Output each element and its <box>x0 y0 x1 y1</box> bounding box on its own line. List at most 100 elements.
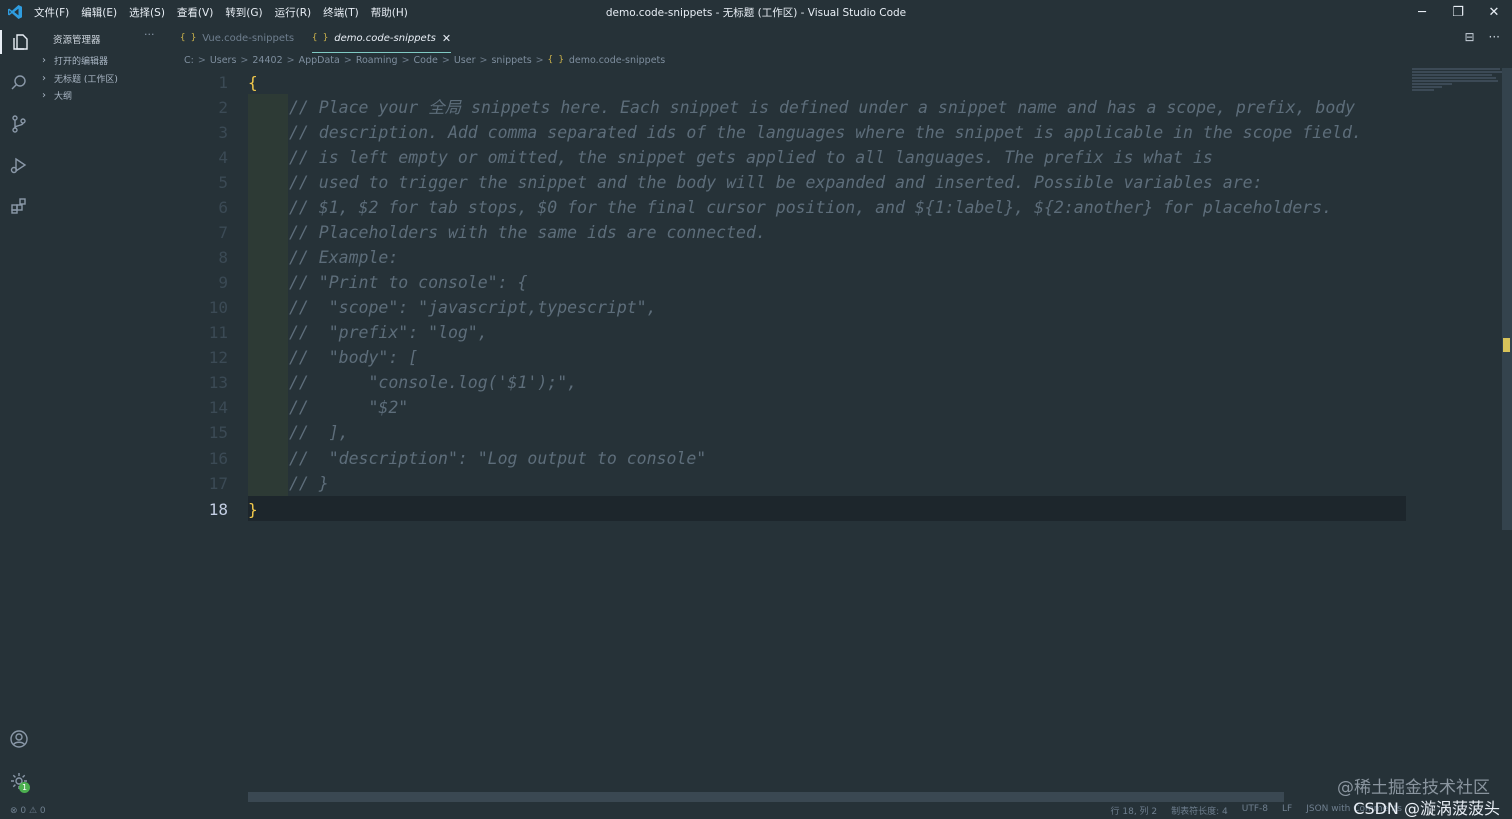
breadcrumb-separator: > <box>479 54 488 66</box>
code-line: 7 // Placeholders with the same ids are … <box>0 220 1512 245</box>
restore-button[interactable]: ❐ <box>1440 0 1476 24</box>
line-number: 5 <box>218 173 228 192</box>
menu-run[interactable]: 运行(R) <box>275 5 312 20</box>
code-text: // "prefix": "log", <box>289 323 488 342</box>
breadcrumb-separator: > <box>401 54 410 66</box>
vertical-scrollbar[interactable] <box>1502 68 1512 530</box>
split-editor-icon[interactable]: ⊟ <box>1464 30 1474 44</box>
settings-update-badge: 1 <box>19 782 30 793</box>
code-line: 2 // Place your 全局 snippets here. Each s… <box>0 95 1512 120</box>
minimap-line <box>1412 86 1442 88</box>
line-number: 12 <box>208 348 228 367</box>
line-number: 3 <box>218 123 228 142</box>
menu-go[interactable]: 转到(G) <box>225 5 262 20</box>
breadcrumb-separator: > <box>343 54 352 66</box>
watermark-csdn: CSDN @漩涡菠菠头 <box>1353 799 1500 818</box>
line-number: 4 <box>218 148 228 167</box>
breadcrumb-item[interactable]: Users <box>210 55 237 66</box>
tab-label: demo.code-snippets <box>334 32 436 44</box>
menu-bar: 文件(F) 编辑(E) 选择(S) 查看(V) 转到(G) 运行(R) 终端(T… <box>34 0 420 24</box>
line-number: 13 <box>208 373 228 392</box>
code-line: 5 // used to trigger the snippet and the… <box>0 170 1512 195</box>
line-number: 7 <box>218 223 228 242</box>
menu-edit[interactable]: 编辑(E) <box>81 5 117 20</box>
breadcrumb-item[interactable]: User <box>454 55 476 66</box>
json-file-icon: { } <box>547 55 564 65</box>
code-text: // "console.log('$1');", <box>289 373 578 392</box>
minimap[interactable] <box>1412 68 1502 98</box>
minimap-line <box>1412 89 1434 91</box>
section-open-editors[interactable]: › 打开的编辑器 <box>42 52 108 68</box>
title-bar: 文件(F) 编辑(E) 选择(S) 查看(V) 转到(G) 运行(R) 终端(T… <box>0 0 1512 24</box>
breadcrumb-item[interactable]: C: <box>184 55 194 66</box>
breadcrumb-item[interactable]: 24402 <box>252 55 282 66</box>
tab-vue-snippets[interactable]: { } Vue.code-snippets <box>180 24 294 52</box>
close-tab-icon[interactable]: ✕ <box>442 32 451 45</box>
menu-selection[interactable]: 选择(S) <box>129 5 165 20</box>
minimap-line <box>1412 71 1502 73</box>
code-line: 17 // } <box>0 471 1512 496</box>
tab-demo-snippets[interactable]: { } demo.code-snippets ✕ <box>312 24 452 53</box>
menu-terminal[interactable]: 终端(T) <box>323 5 359 20</box>
editor-actions: ⊟ ··· <box>1464 30 1500 44</box>
code-text: // description. Add comma separated ids … <box>289 123 1362 142</box>
code-line: 3 // description. Add comma separated id… <box>0 120 1512 145</box>
code-text: // "$2" <box>289 398 409 417</box>
editor-tabs: { } Vue.code-snippets { } demo.code-snip… <box>170 24 1512 53</box>
menu-help[interactable]: 帮助(H) <box>371 5 408 20</box>
code-line: 8 // Example: <box>0 245 1512 270</box>
breadcrumb-item[interactable]: Roaming <box>356 55 398 66</box>
line-number: 8 <box>218 248 228 267</box>
sidebar-more-button[interactable]: ··· <box>144 28 155 41</box>
account-icon[interactable] <box>7 727 31 751</box>
menu-view[interactable]: 查看(V) <box>177 5 213 20</box>
code-text: // Place your 全局 snippets here. Each sni… <box>289 98 1356 117</box>
line-number: 2 <box>218 98 228 117</box>
tab-label: Vue.code-snippets <box>202 32 295 44</box>
code-text: // "body": [ <box>289 348 419 367</box>
more-actions-button[interactable]: ··· <box>1489 30 1500 44</box>
code-line: 18 } <box>0 497 1512 522</box>
code-text: // is left empty or omitted, the snippet… <box>289 148 1213 167</box>
breadcrumb-item[interactable]: Code <box>414 55 438 66</box>
code-text: // Example: <box>289 248 399 267</box>
breadcrumb-item[interactable]: snippets <box>491 55 531 66</box>
code-line: 13 // "console.log('$1');", <box>0 370 1512 395</box>
eol-status[interactable]: LF <box>1282 804 1292 817</box>
close-window-button[interactable]: ✕ <box>1476 0 1512 24</box>
horizontal-scrollbar[interactable] <box>248 792 1284 802</box>
code-text: // "scope": "javascript,typescript", <box>289 298 657 317</box>
explorer-icon[interactable] <box>0 30 40 54</box>
cursor-position-status[interactable]: 行 18, 列 2 <box>1111 804 1158 817</box>
breadcrumb-separator: > <box>197 54 206 66</box>
vscode-logo-icon <box>8 5 22 19</box>
menu-file[interactable]: 文件(F) <box>34 5 69 20</box>
minimap-line <box>1412 83 1452 85</box>
problems-status[interactable]: ⊗ 0 ⚠ 0 <box>10 806 46 816</box>
encoding-status[interactable]: UTF-8 <box>1242 804 1268 817</box>
scroll-position-marker <box>1503 338 1510 352</box>
code-line: 16 // "description": "Log output to cons… <box>0 446 1512 471</box>
breadcrumb-separator: > <box>535 54 544 66</box>
breadcrumb-separator: > <box>286 54 295 66</box>
line-number: 9 <box>218 273 228 292</box>
json-file-icon: { } <box>180 33 197 43</box>
tab-size-status[interactable]: 制表符长度: 4 <box>1171 804 1228 817</box>
code-text: // "description": "Log output to console… <box>289 449 707 468</box>
minimap-line <box>1412 80 1498 82</box>
code-line: 6 // $1, $2 for tab stops, $0 for the fi… <box>0 195 1512 220</box>
breadcrumb-file[interactable]: demo.code-snippets <box>569 55 665 66</box>
code-text: { <box>248 73 258 92</box>
breadcrumb-separator: > <box>240 54 249 66</box>
status-bar: ⊗ 0 ⚠ 0 行 18, 列 2 制表符长度: 4 UTF-8 LF JSON… <box>0 802 1512 819</box>
line-number: 11 <box>208 323 228 342</box>
line-number: 16 <box>208 449 228 468</box>
breadcrumb-item[interactable]: AppData <box>299 55 340 66</box>
minimize-button[interactable]: ─ <box>1404 0 1440 24</box>
minimap-line <box>1412 68 1500 70</box>
minimap-line <box>1412 77 1496 79</box>
code-line: 4 // is left empty or omitted, the snipp… <box>0 145 1512 170</box>
code-text: // } <box>289 474 329 493</box>
line-number: 18 <box>208 500 228 519</box>
line-number: 15 <box>208 423 228 442</box>
